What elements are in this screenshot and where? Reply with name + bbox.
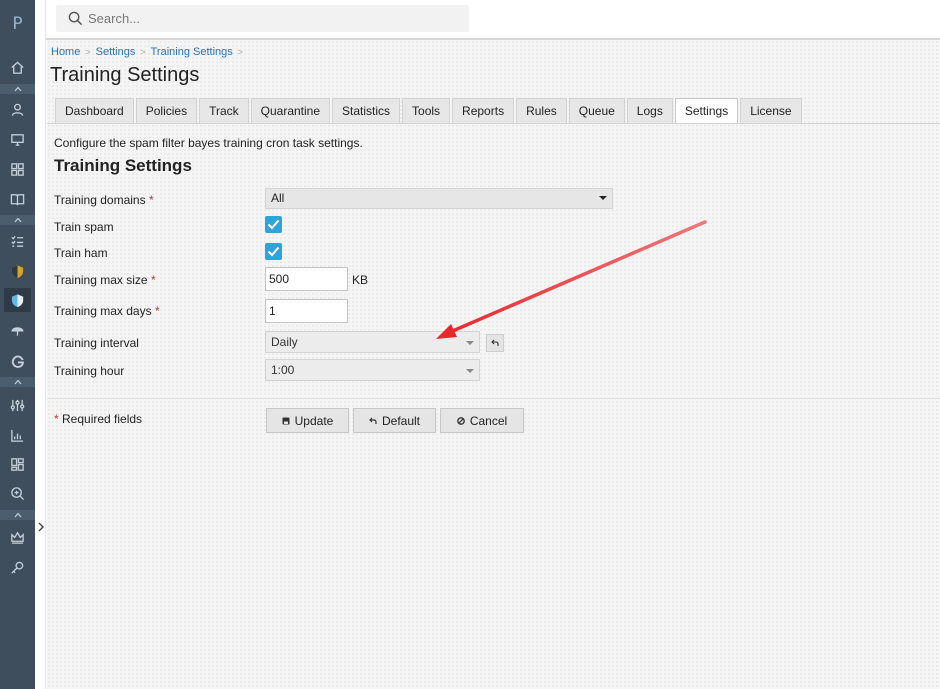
tab-divider [47,123,940,124]
undo-icon [491,339,499,346]
dashboard-icon[interactable] [4,452,31,476]
key-icon[interactable] [4,555,31,579]
page-title: Training Settings [50,64,200,86]
google-icon[interactable] [4,349,31,373]
breadcrumb-settings[interactable]: Settings [96,46,136,58]
page-description: Configure the spam filter bayes training… [54,136,363,150]
update-button[interactable]: Update [266,408,349,433]
search-box[interactable] [56,5,469,32]
breadcrumb-separator-icon: > [140,47,146,57]
breadcrumb-separator-icon: > [85,47,91,57]
training-hour-select[interactable]: 1:00 [265,359,480,381]
required-star: * [150,273,156,287]
dropdown-caret-icon [466,369,474,373]
sliders-icon[interactable] [4,393,31,417]
section-title: Training Settings [54,156,192,175]
crown-icon[interactable] [4,525,31,549]
training-interval-label: Training interval [54,336,139,350]
train-spam-label: Train spam [54,220,114,234]
collapse-group-icon[interactable] [0,215,35,225]
dropdown-caret-icon [599,196,607,200]
tab-bar: Dashboard Policies Track Quarantine Stat… [55,98,804,124]
tab-logs[interactable]: Logs [626,98,673,123]
breadcrumb-separator-icon: > [237,47,244,57]
tab-statistics[interactable]: Statistics [332,98,401,123]
collapse-group-icon[interactable] [0,510,35,520]
breadcrumb: Home > Settings > Training Settings > [51,46,248,58]
cancel-button[interactable]: Cancel [440,408,524,433]
train-ham-label: Train ham [54,246,108,260]
search-icon [68,11,83,26]
tab-reports[interactable]: Reports [452,98,515,123]
tab-track[interactable]: Track [199,98,249,123]
expand-sidebar-icon[interactable] [37,521,45,533]
training-max-days-input[interactable]: 1 [265,299,348,323]
bar-chart-icon[interactable] [4,423,31,447]
dropdown-caret-icon [466,341,474,345]
tab-tools[interactable]: Tools [402,98,451,123]
training-domains-label: Training domains * [54,193,154,207]
shield-badge-icon[interactable] [4,259,31,283]
search-input[interactable] [88,8,458,29]
main-content: Home > Settings > Training Settings > Tr… [47,40,940,689]
user-icon[interactable] [4,97,31,121]
required-fields-note: * Required fields [54,412,143,426]
tab-settings[interactable]: Settings [674,98,739,124]
training-max-days-label: Training max days * [54,304,160,318]
tab-dashboard[interactable]: Dashboard [55,98,134,123]
shield-active-icon[interactable] [4,288,31,312]
required-star: * [154,304,160,318]
book-icon[interactable] [4,187,31,211]
undo-icon [369,417,377,424]
train-spam-checkbox[interactable] [265,216,282,233]
check-icon [267,246,280,257]
monitor-icon[interactable] [4,127,31,151]
tab-rules[interactable]: Rules [516,98,567,123]
sidebar: P [0,0,35,689]
tab-policies[interactable]: Policies [135,98,198,123]
checklist-icon[interactable] [4,229,31,253]
training-hour-label: Training hour [54,364,125,378]
collapse-group-icon[interactable] [0,84,35,94]
training-max-size-unit: KB [352,273,369,287]
search-zoom-icon[interactable] [4,481,31,505]
sidebar-collapse-strip[interactable] [35,0,46,689]
home-icon[interactable] [4,55,31,79]
default-button[interactable]: Default [353,408,436,433]
cancel-icon [456,416,465,425]
reset-interval-button[interactable] [486,334,504,352]
training-interval-select[interactable]: Daily [265,331,480,353]
breadcrumb-home[interactable]: Home [51,46,80,58]
collapse-group-icon[interactable] [0,377,35,387]
form-divider [47,398,940,399]
tab-quarantine[interactable]: Quarantine [250,98,331,123]
required-star: * [54,412,59,426]
app-logo[interactable]: P [0,0,35,46]
tab-license[interactable]: License [740,98,802,123]
save-icon [282,417,290,424]
tab-queue[interactable]: Queue [568,98,625,123]
train-ham-checkbox[interactable] [265,243,282,260]
check-icon [267,219,280,230]
breadcrumb-training-settings[interactable]: Training Settings [151,46,233,58]
grid-icon[interactable] [4,157,31,181]
training-domains-select[interactable]: All [265,188,613,209]
training-max-size-input[interactable]: 500 [265,267,348,291]
top-bar [46,0,940,40]
umbrella-icon[interactable] [4,318,31,342]
required-star: * [148,193,154,207]
training-max-size-label: Training max size * [54,273,156,287]
